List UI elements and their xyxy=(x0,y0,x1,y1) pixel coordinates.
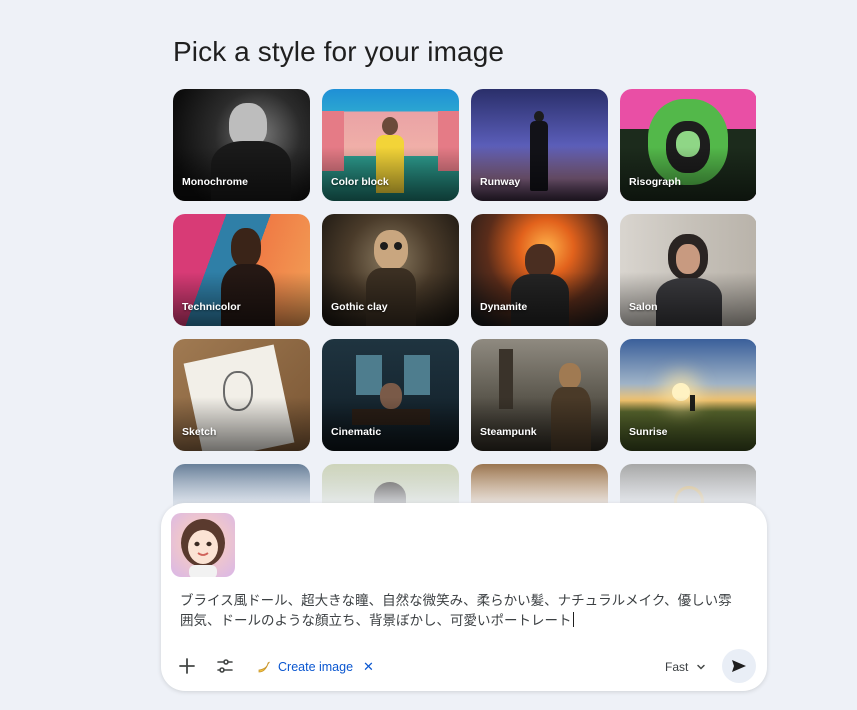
create-image-chip[interactable]: Create image ✕ xyxy=(256,656,374,678)
mode-selector[interactable]: Fast xyxy=(665,657,706,677)
style-label: Monochrome xyxy=(182,176,248,188)
page: Pick a style for your image Monochrome C… xyxy=(0,0,857,710)
close-icon[interactable]: ✕ xyxy=(363,659,374,675)
composer-toolbar: Create image ✕ Fast xyxy=(161,649,767,685)
text-caret xyxy=(572,612,574,627)
style-grid: Monochrome Color block Runway Risograph xyxy=(173,89,756,509)
prompt-text[interactable]: ブライス風ドール、超大きな瞳、自然な微笑み、柔らかい髪、ナチュラルメイク、優しい… xyxy=(180,591,740,631)
prompt-composer: ブライス風ドール、超大きな瞳、自然な微笑み、柔らかい髪、ナチュラルメイク、優しい… xyxy=(161,503,767,691)
style-tile-sketch[interactable]: Sketch xyxy=(173,339,310,451)
grid-fade xyxy=(160,455,770,510)
mode-label: Fast xyxy=(665,660,689,674)
style-tile-color-block[interactable]: Color block xyxy=(322,89,459,201)
page-title: Pick a style for your image xyxy=(173,36,505,67)
style-tile-gothic-clay[interactable]: Gothic clay xyxy=(322,214,459,326)
sliders-icon xyxy=(217,659,233,673)
tools-button[interactable] xyxy=(213,654,237,678)
style-label: Gothic clay xyxy=(331,301,388,313)
style-label: Color block xyxy=(331,176,389,188)
prompt-text-value: ブライス風ドール、超大きな瞳、自然な微笑み、柔らかい髪、ナチュラルメイク、優しい… xyxy=(180,593,732,629)
chevron-down-icon xyxy=(697,664,706,670)
style-tile-cinematic[interactable]: Cinematic xyxy=(322,339,459,451)
plus-icon xyxy=(179,658,195,674)
style-label: Technicolor xyxy=(182,301,241,313)
style-label: Sunrise xyxy=(629,426,668,438)
style-label: Runway xyxy=(480,176,521,188)
style-label: Sketch xyxy=(182,426,217,438)
style-tile-steampunk[interactable]: Steampunk xyxy=(471,339,608,451)
send-icon xyxy=(732,660,746,672)
banana-icon xyxy=(258,661,270,673)
style-tile-technicolor[interactable]: Technicolor xyxy=(173,214,310,326)
add-attachment-button[interactable] xyxy=(175,654,199,678)
style-tile-monochrome[interactable]: Monochrome xyxy=(173,89,310,201)
style-tile-dynamite[interactable]: Dynamite xyxy=(471,214,608,326)
attached-image-thumbnail[interactable] xyxy=(171,513,235,577)
create-image-label: Create image xyxy=(278,660,354,674)
style-label: Cinematic xyxy=(331,426,382,438)
style-label: Steampunk xyxy=(480,426,537,438)
style-label: Dynamite xyxy=(480,301,528,313)
send-button[interactable] xyxy=(722,649,756,683)
style-tile-risograph[interactable]: Risograph xyxy=(620,89,756,201)
style-tile-salon[interactable]: Salon xyxy=(620,214,756,326)
style-tile-sunrise[interactable]: Sunrise xyxy=(620,339,756,451)
style-label: Salon xyxy=(629,301,658,313)
style-tile-runway[interactable]: Runway xyxy=(471,89,608,201)
style-label: Risograph xyxy=(629,176,681,188)
